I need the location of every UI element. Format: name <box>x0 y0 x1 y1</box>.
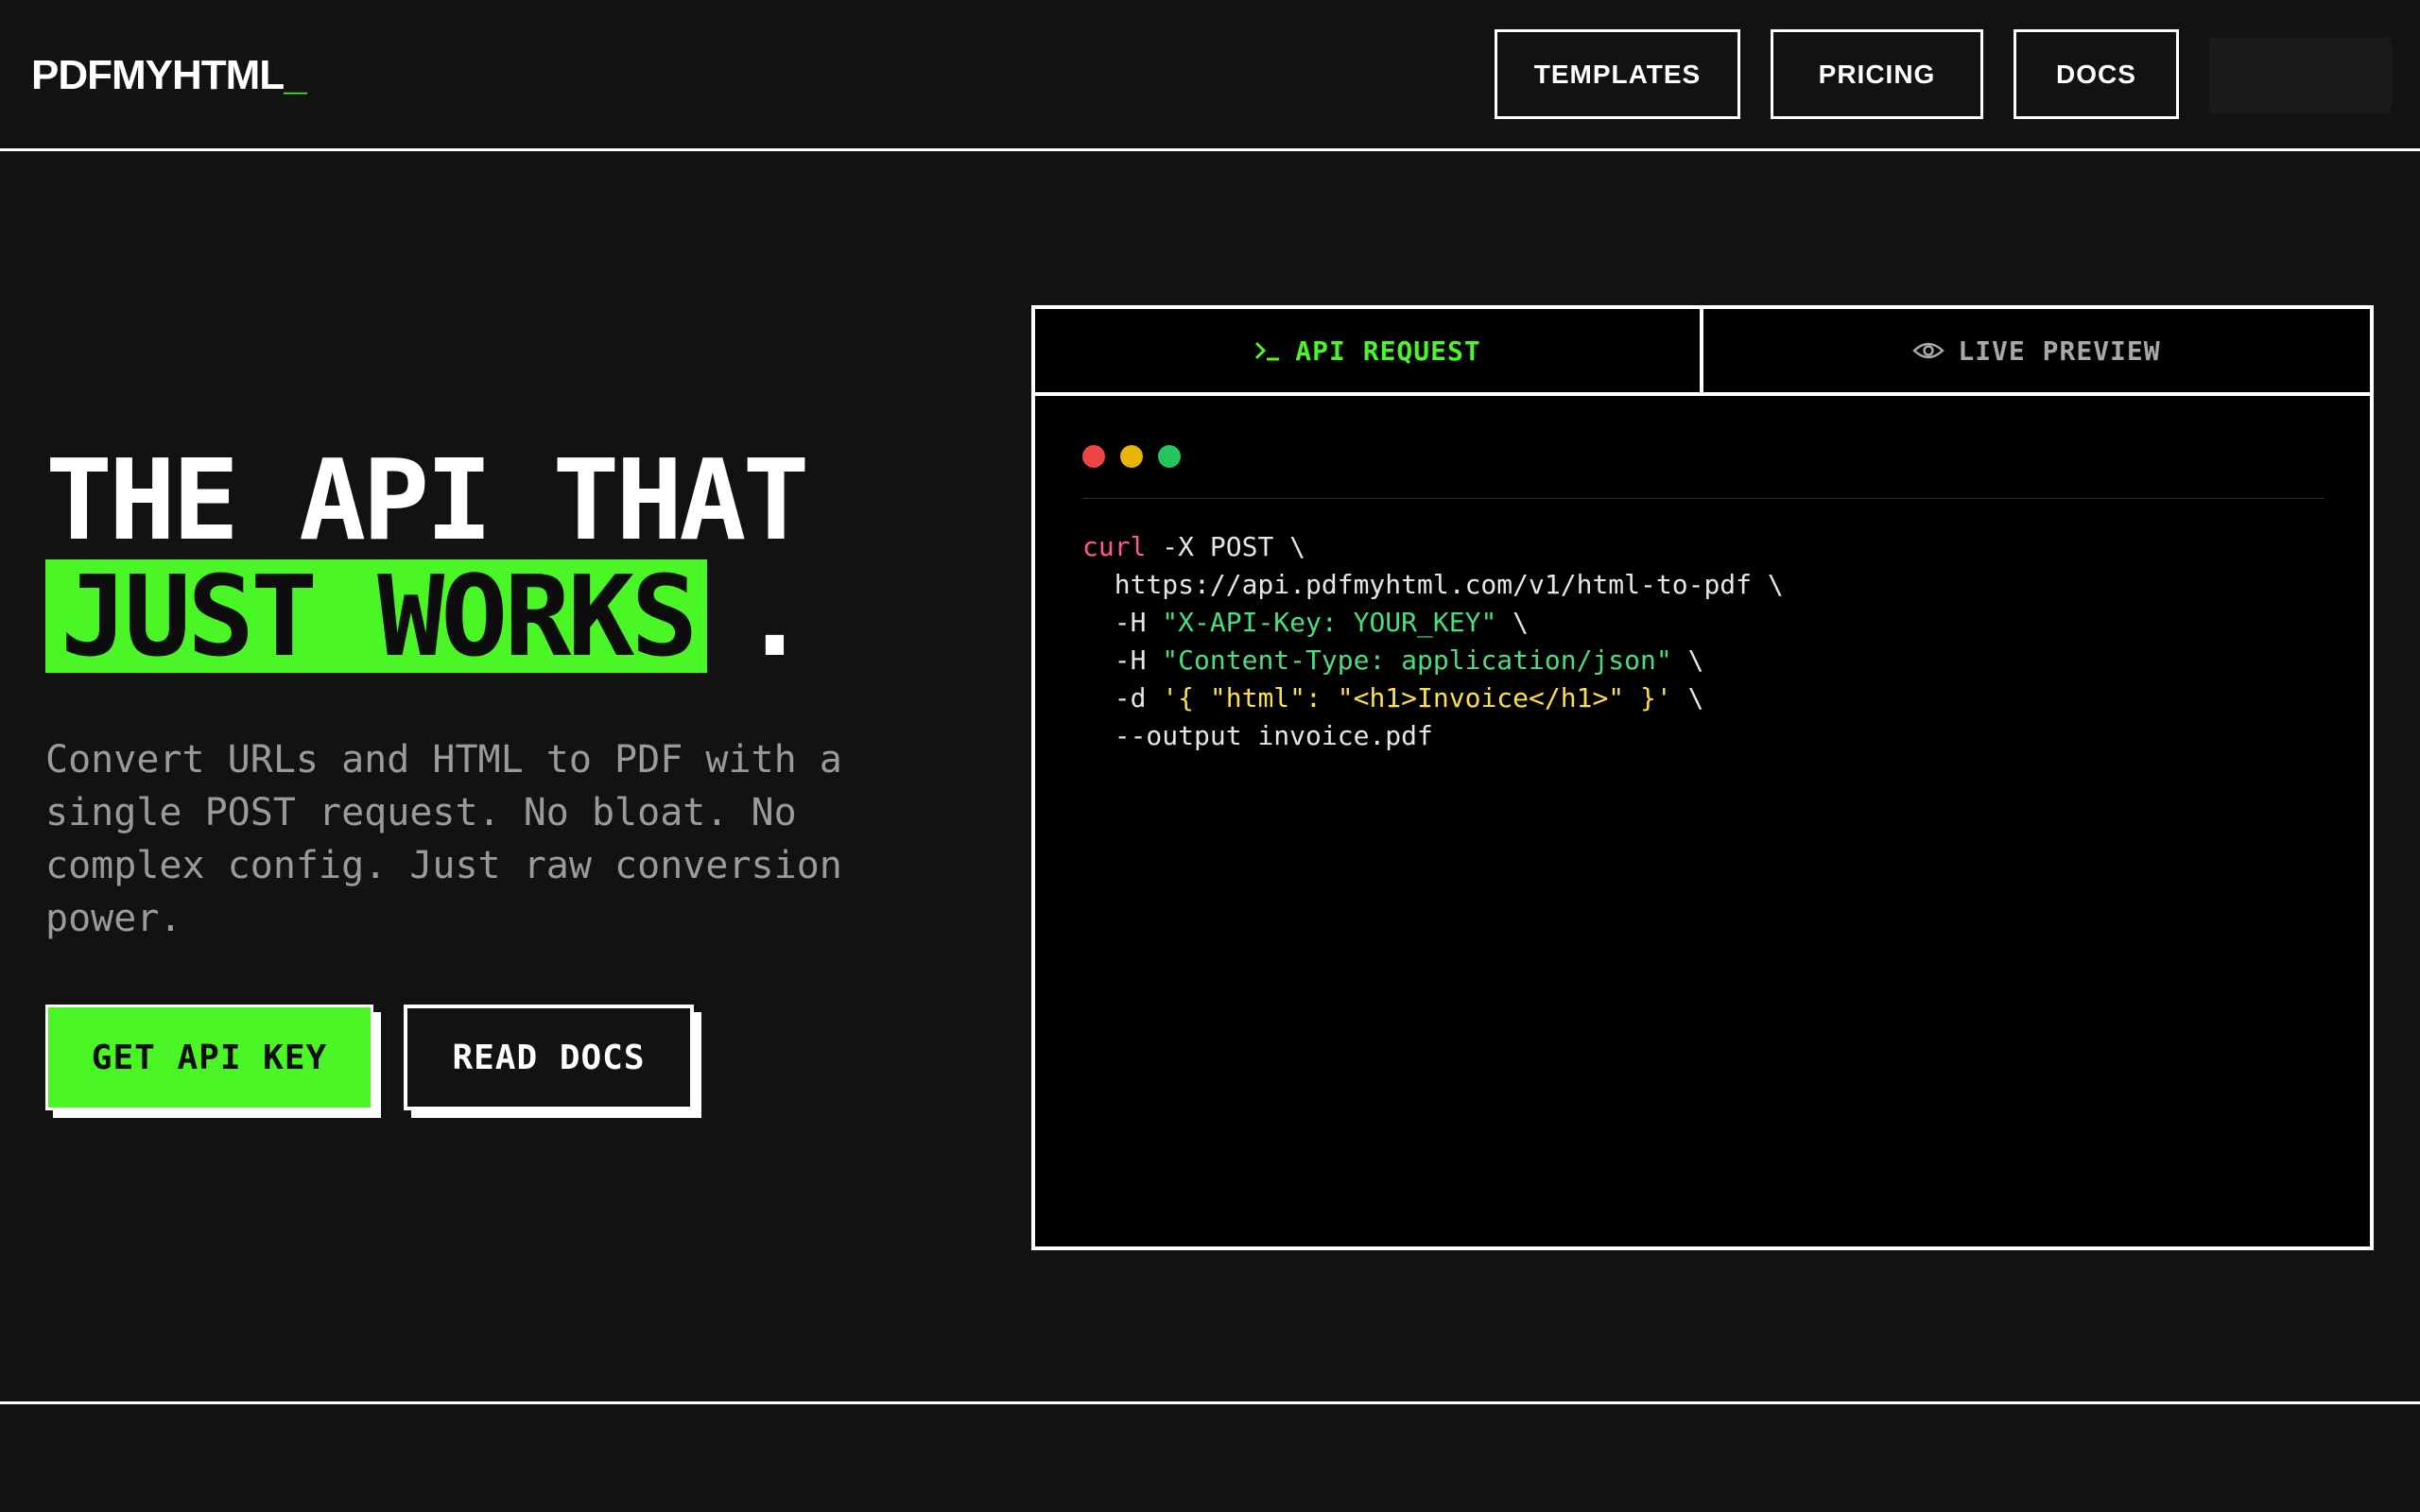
close-dot-icon <box>1082 445 1105 468</box>
code-line-4-end: \ <box>1671 644 1704 676</box>
code-line-5-end: \ <box>1671 682 1704 713</box>
code-command: curl <box>1082 531 1147 562</box>
headline-highlight: JUST WORKS <box>45 559 708 673</box>
code-divider <box>1082 498 2325 499</box>
nav-auth-placeholder[interactable] <box>2209 38 2392 113</box>
tab-api-request-label: API REQUEST <box>1295 335 1481 367</box>
code-snippet: curl -X POST \ https://api.pdfmyhtml.com… <box>1082 528 1784 755</box>
code-line-2: https://api.pdfmyhtml.com/v1/html-to-pdf… <box>1082 569 1784 600</box>
nav-pricing-button[interactable]: PRICING <box>1771 29 1983 119</box>
tab-live-preview[interactable]: LIVE PREVIEW <box>1703 309 2370 396</box>
hero-subtext: Convert URLs and HTML to PDF with a sing… <box>45 738 842 940</box>
code-line-5-flag: -d <box>1082 682 1163 713</box>
get-api-key-button[interactable]: GET API KEY <box>45 1005 373 1110</box>
terminal-icon <box>1253 339 1282 362</box>
nav-docs-button[interactable]: DOCS <box>2014 29 2179 119</box>
eye-icon <box>1912 339 1945 362</box>
window-controls <box>1082 445 1196 468</box>
read-docs-button[interactable]: READ DOCS <box>404 1005 694 1110</box>
footer-divider <box>0 1401 2420 1404</box>
tab-live-preview-label: LIVE PREVIEW <box>1958 335 2161 367</box>
logo-text: PDFMYHTML <box>31 52 285 98</box>
code-line-5-json: '{ "html": "<h1>Invoice</h1>" }' <box>1162 682 1672 713</box>
site-header: PDFMYHTML_ TEMPLATES PRICING DOCS <box>0 0 2420 151</box>
code-line-1: -X POST \ <box>1146 531 1306 562</box>
maximize-dot-icon <box>1158 445 1181 468</box>
code-line-4-flag: -H <box>1082 644 1163 676</box>
headline-line-1: THE API THAT <box>45 435 810 565</box>
logo-cursor: _ <box>284 52 307 98</box>
nav-templates-button[interactable]: TEMPLATES <box>1495 29 1740 119</box>
tab-api-request[interactable]: API REQUEST <box>1035 309 1703 396</box>
logo[interactable]: PDFMYHTML_ <box>31 47 307 104</box>
headline-dot: . <box>741 551 809 681</box>
code-line-6: --output invoice.pdf <box>1082 720 1433 751</box>
minimize-dot-icon <box>1120 445 1143 468</box>
code-line-3-string: "X-API-Key: YOUR_KEY" <box>1162 607 1497 638</box>
code-line-3-flag: -H <box>1082 607 1163 638</box>
code-line-4-string: "Content-Type: application/json" <box>1162 644 1672 676</box>
code-panel: API REQUEST LIVE PREVIEW curl -X POST \ … <box>1031 305 2374 1250</box>
code-line-3-end: \ <box>1496 607 1530 638</box>
